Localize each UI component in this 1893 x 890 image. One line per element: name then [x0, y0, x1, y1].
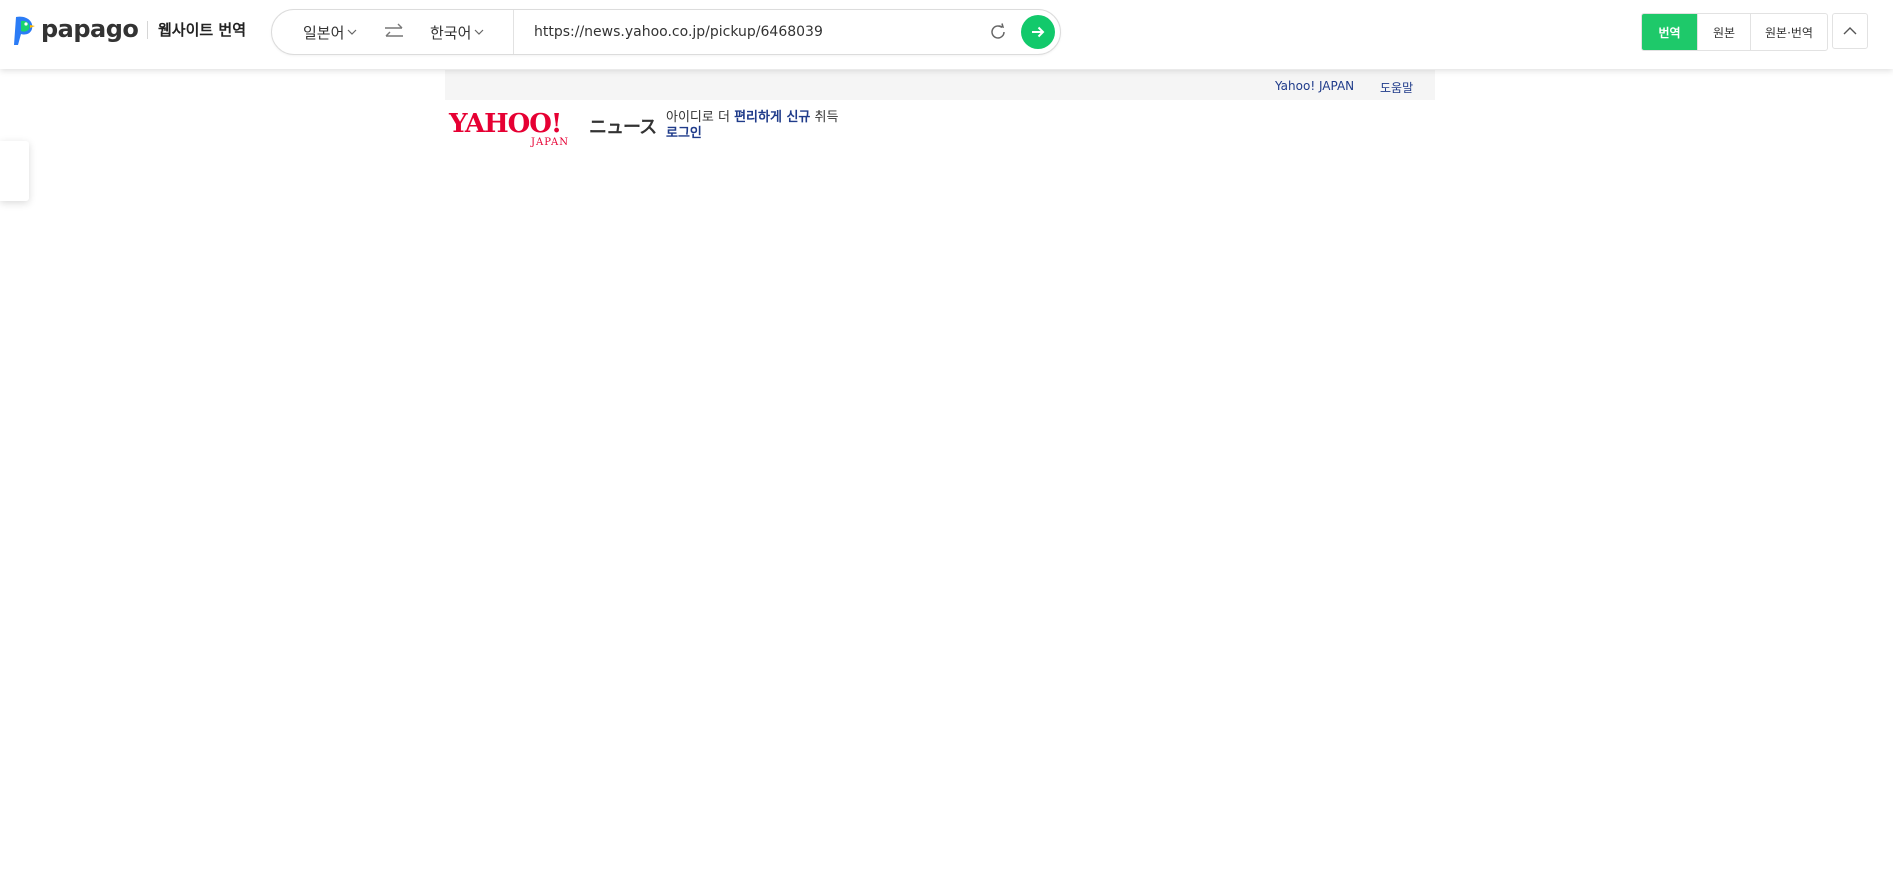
yahoo-logo-subtext: JAPAN: [531, 137, 570, 148]
papago-logo[interactable]: papago: [12, 13, 139, 49]
view-mode-toggle: 번역 원본 원본·번역: [1641, 13, 1828, 51]
mode-original-button[interactable]: 원본: [1697, 14, 1750, 50]
yahoo-logo-wordmark: YAHOO!: [449, 109, 562, 139]
source-language-select[interactable]: 일본어: [303, 10, 357, 54]
promo-prefix: 아이디로 더: [666, 110, 735, 125]
translate-url-bar: 일본어 한국어: [271, 9, 1061, 55]
chevron-down-icon: [474, 29, 484, 35]
arrow-right-icon: [1032, 26, 1045, 38]
yahoo-news-header: YAHOO! JAPAN ニュース 아이디로 더 편리하게 신규 취득 로그인: [449, 109, 869, 149]
mode-original-translate-button[interactable]: 원본·번역: [1750, 14, 1827, 50]
yahoo-top-bar: Yahoo! JAPAN 도움말: [445, 70, 1435, 100]
url-input[interactable]: [534, 21, 984, 43]
papago-wordmark: papago: [41, 15, 139, 43]
help-link[interactable]: 도움말: [1380, 79, 1413, 96]
papago-header: papago 웹사이트 번역 일본어 한국어 번역 원본 원본·: [0, 0, 1893, 69]
signup-promo: 아이디로 더 편리하게 신규 취득: [666, 110, 838, 126]
yahoo-japan-link[interactable]: Yahoo! JAPAN: [1275, 79, 1354, 93]
news-label: ニュース: [589, 117, 657, 138]
swap-icon[interactable]: [383, 22, 405, 42]
side-panel-tab[interactable]: [0, 141, 29, 201]
target-language-select[interactable]: 한국어: [430, 10, 484, 54]
refresh-icon[interactable]: [988, 22, 1008, 42]
chevron-up-icon: [1843, 27, 1857, 35]
mode-translate-button[interactable]: 번역: [1642, 14, 1697, 50]
go-button[interactable]: [1021, 15, 1055, 49]
promo-suffix: 취득: [810, 110, 839, 125]
signup-link[interactable]: 편리하게 신규: [734, 110, 810, 125]
collapse-header-button[interactable]: [1832, 13, 1868, 49]
source-language-label: 일본어: [303, 23, 345, 42]
logo-divider: [147, 21, 148, 39]
papago-logo-icon: [14, 16, 35, 45]
service-title: 웹사이트 번역: [158, 21, 247, 39]
target-language-label: 한국어: [430, 23, 472, 42]
language-divider: [513, 10, 514, 54]
login-link[interactable]: 로그인: [666, 126, 702, 142]
chevron-down-icon: [347, 29, 357, 35]
yahoo-japan-logo[interactable]: YAHOO! JAPAN: [449, 109, 589, 149]
